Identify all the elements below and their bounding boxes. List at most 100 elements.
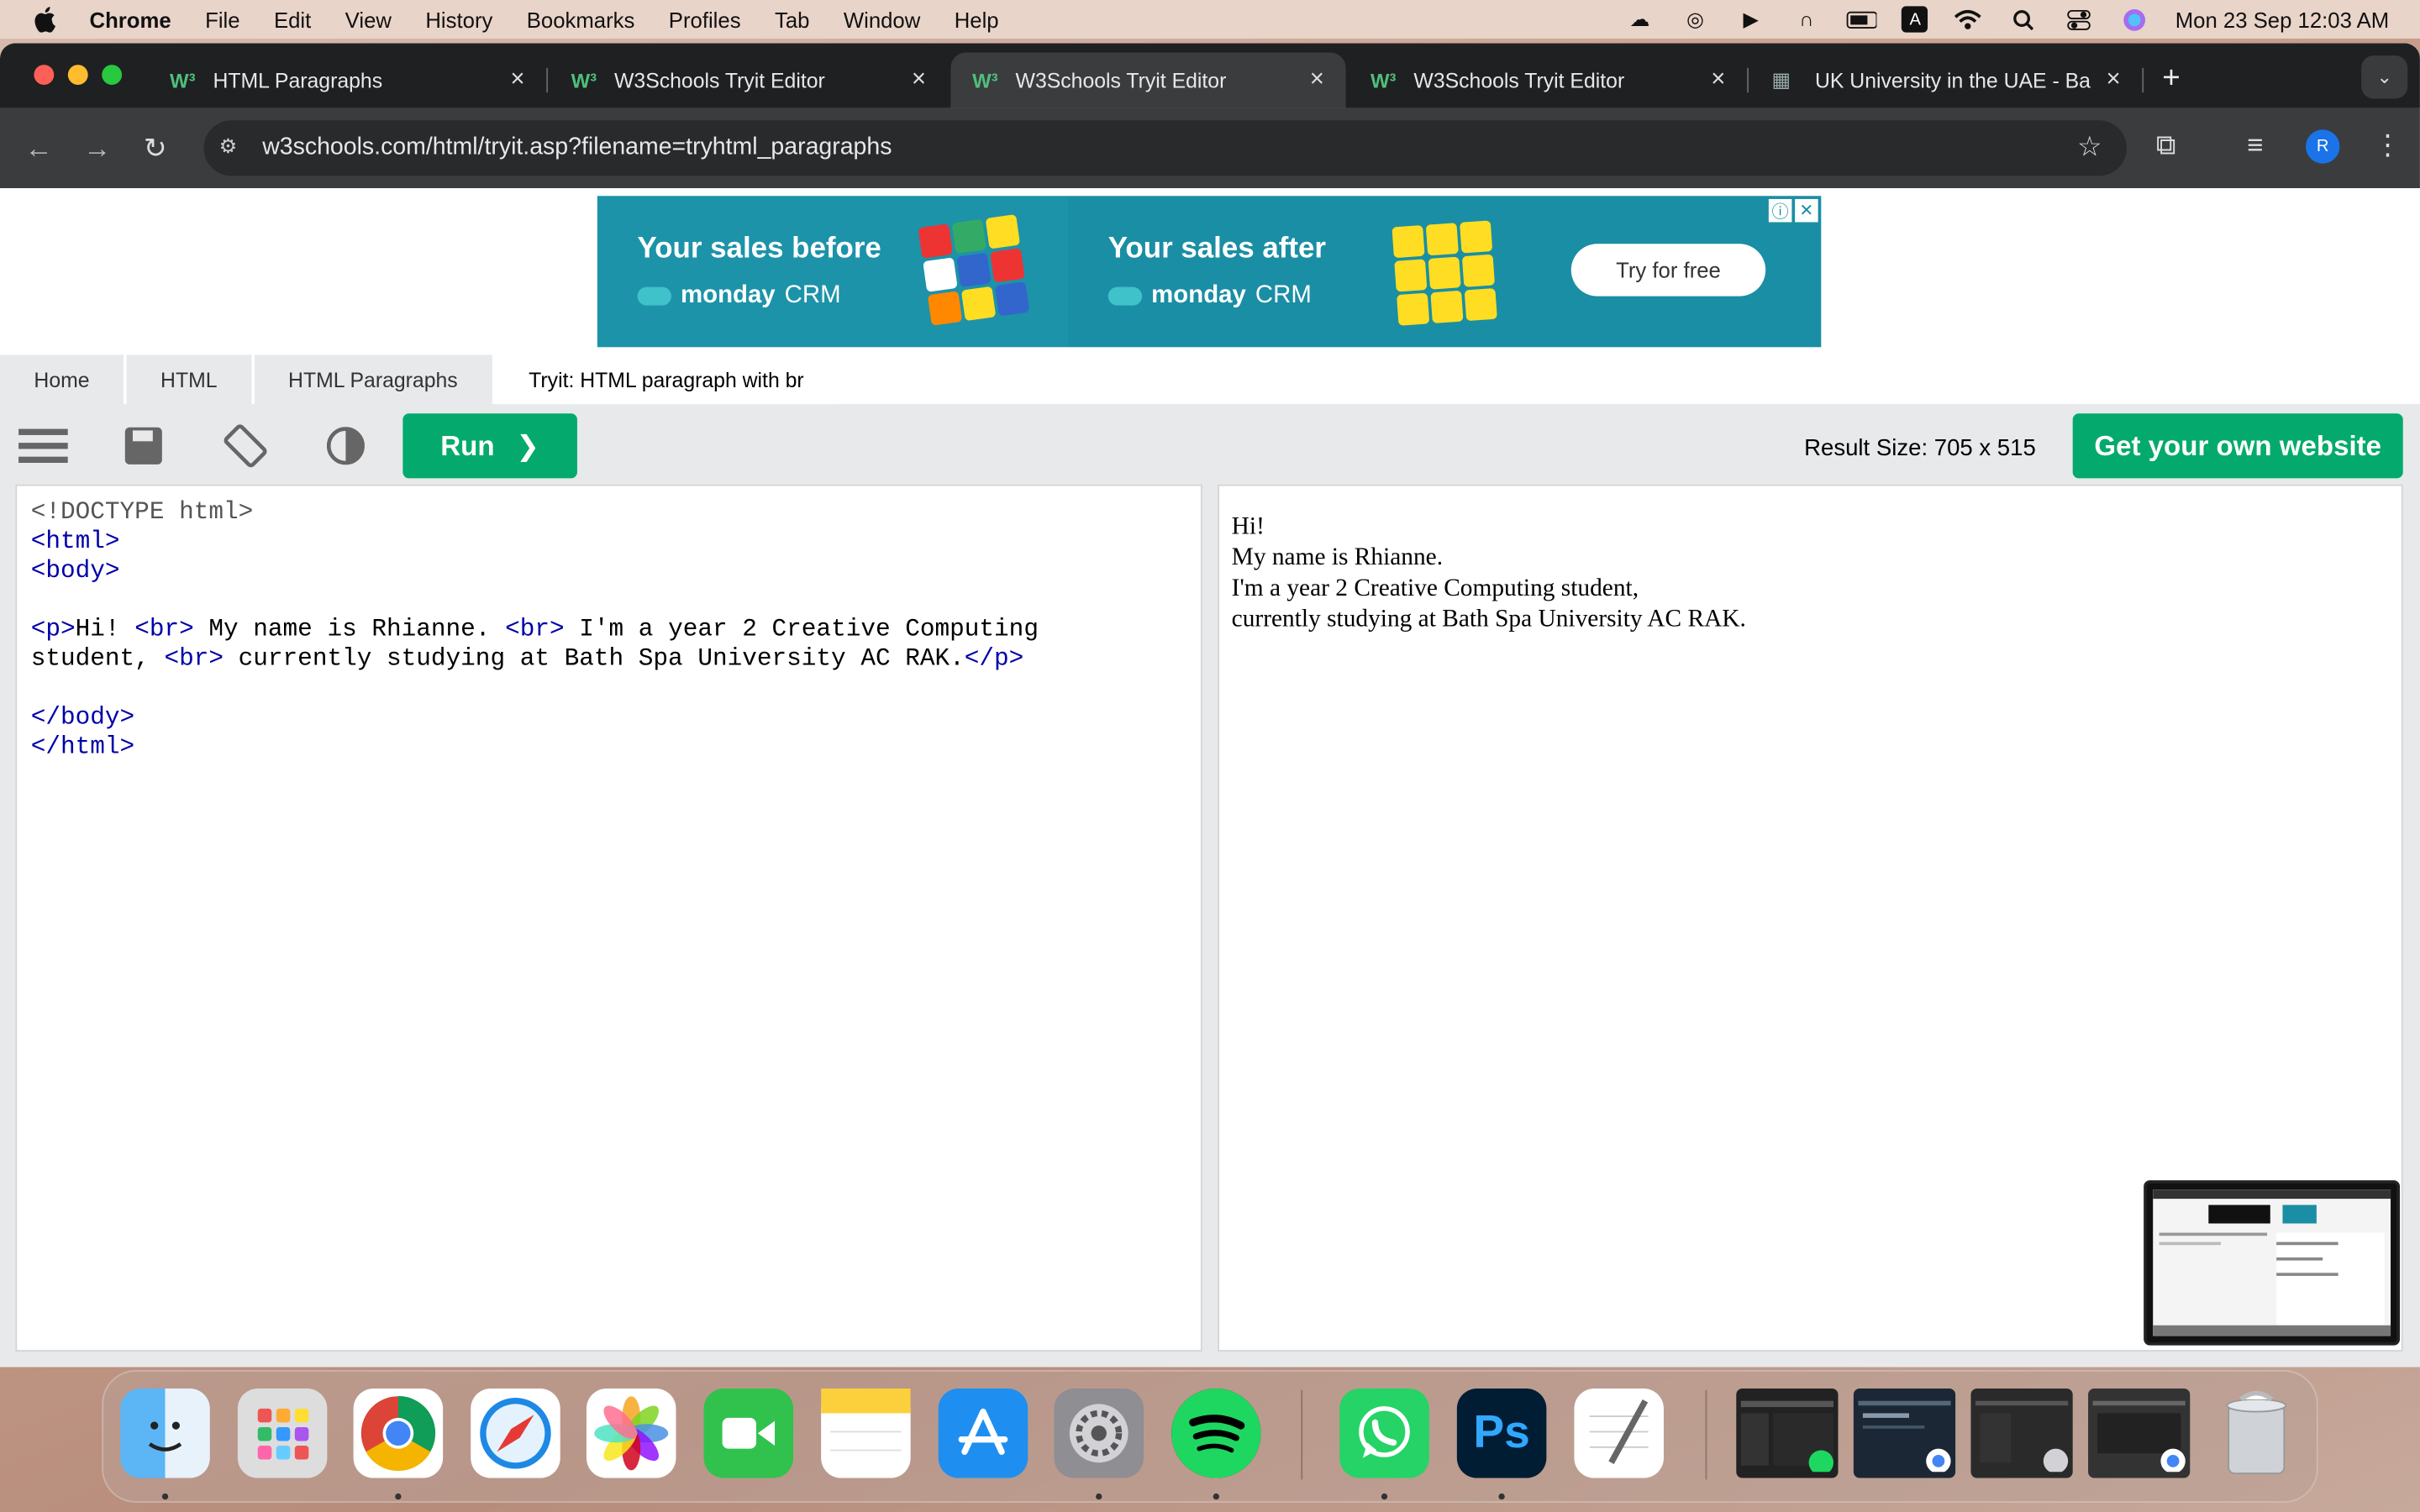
apple-menu-icon[interactable] <box>28 6 61 33</box>
advertisement[interactable]: Your sales before monday CRM Your sales a… <box>597 196 1822 348</box>
menu-tab[interactable]: Tab <box>775 7 809 31</box>
rotate-orientation-icon[interactable] <box>219 423 271 469</box>
tab-tryit-editor-active[interactable]: W³ W3Schools Tryit Editor × <box>950 52 1346 108</box>
save-floppy-icon[interactable] <box>118 423 170 469</box>
rubiks-cube-solved-image <box>1392 220 1497 326</box>
close-tab-icon[interactable]: × <box>912 66 926 94</box>
wifi-icon[interactable] <box>1953 7 1984 31</box>
ad-brand-rest: CRM <box>1255 282 1312 309</box>
minimize-window-button[interactable] <box>67 65 88 86</box>
dark-mode-toggle-icon[interactable] <box>319 423 371 469</box>
ad-close-icon[interactable]: ✕ <box>1795 198 1818 223</box>
menu-app-name[interactable]: Chrome <box>90 7 171 31</box>
back-arrow-icon[interactable]: ← <box>24 133 52 165</box>
close-tab-icon[interactable]: × <box>2106 66 2120 94</box>
tab-search-chevron-icon[interactable]: ⌄ <box>2361 55 2408 99</box>
ad-info-icon[interactable]: ⓘ <box>1768 198 1792 223</box>
breadcrumb-html[interactable]: HTML <box>126 354 251 405</box>
new-tab-icon[interactable]: + <box>2162 61 2180 97</box>
dock-separator <box>1705 1389 1707 1480</box>
tab-title: W3Schools Tryit Editor <box>614 68 825 92</box>
chevron-right-icon: ❯ <box>516 429 540 461</box>
ad-brand-after: monday CRM <box>1107 282 1312 310</box>
finder-icon[interactable] <box>120 1389 210 1478</box>
code-editor[interactable]: <!DOCTYPE html> <html> <body> <p>Hi! <br> … <box>15 484 1202 1352</box>
whatsapp-icon[interactable] <box>1339 1389 1429 1478</box>
bookmark-star-icon[interactable]: ☆ <box>2077 131 2102 164</box>
menu-view[interactable]: View <box>345 7 392 31</box>
notes-icon[interactable] <box>821 1389 911 1478</box>
close-tab-icon[interactable]: × <box>510 66 524 94</box>
address-bar[interactable]: ⚙ w3schools.com/html/tryit.asp?filename=… <box>203 120 2127 176</box>
photos-icon[interactable] <box>586 1389 676 1478</box>
photoshop-icon[interactable]: Ps <box>1456 1389 1547 1478</box>
menu-bookmarks[interactable]: Bookmarks <box>527 7 635 31</box>
trash-icon[interactable] <box>2212 1389 2302 1478</box>
code-br-tag: <br> <box>134 615 194 643</box>
tab-html-paragraphs[interactable]: W³ HTML Paragraphs × <box>148 52 549 108</box>
menu-help[interactable]: Help <box>955 7 999 31</box>
code-line-paragraph-2: student, <br> currently studying at Bath… <box>31 645 1187 675</box>
tab-tryit-editor-3[interactable]: W³ W3Schools Tryit Editor × <box>1349 52 1749 108</box>
battery-icon[interactable] <box>1847 7 1878 31</box>
siri-icon[interactable] <box>2120 7 2151 31</box>
run-button[interactable]: Run ❯ <box>402 413 577 479</box>
menu-file[interactable]: File <box>205 7 239 31</box>
close-tab-icon[interactable]: × <box>1711 66 1725 94</box>
forward-arrow-icon[interactable]: → <box>83 133 111 165</box>
spotify-icon[interactable] <box>1171 1389 1261 1478</box>
creative-cloud-icon[interactable]: ☁ <box>1624 7 1655 31</box>
tab-title: HTML Paragraphs <box>213 68 383 92</box>
get-own-website-button[interactable]: Get your own website <box>2072 413 2403 479</box>
facetime-icon[interactable] <box>703 1389 794 1478</box>
menu-history[interactable]: History <box>425 7 492 31</box>
ad-brand-before: monday CRM <box>637 282 841 310</box>
zoom-window-button[interactable] <box>102 65 123 86</box>
menu-profiles[interactable]: Profiles <box>669 7 741 31</box>
extensions-puzzle-icon[interactable]: ⧉ <box>2156 129 2176 162</box>
input-source-icon[interactable]: A <box>1902 6 1928 33</box>
site-info-icon[interactable]: ⚙ <box>219 134 247 162</box>
tab-uk-university[interactable]: ▦ UK University in the UAE - Ba × <box>1750 52 2144 108</box>
screenshot-thumbnail-preview[interactable] <box>2144 1180 2401 1346</box>
minimized-window-spotify[interactable] <box>1736 1389 1839 1478</box>
media-control-icon[interactable]: ≡ <box>2247 129 2263 162</box>
menu-edit[interactable]: Edit <box>274 7 311 31</box>
menu-hamburger-icon[interactable] <box>17 423 69 469</box>
chrome-icon[interactable] <box>353 1389 444 1478</box>
ad-cta-button[interactable]: Try for free <box>1570 244 1766 297</box>
ad-choices: ⓘ ✕ <box>1768 198 1818 223</box>
breadcrumb-html-paragraphs[interactable]: HTML Paragraphs <box>254 354 492 405</box>
code-line-doctype: <!DOCTYPE html> <box>31 498 1187 528</box>
minimized-window-settings[interactable] <box>1970 1389 2073 1478</box>
close-tab-icon[interactable]: × <box>1310 66 1324 94</box>
menu-window[interactable]: Window <box>844 7 920 31</box>
chrome-menu-icon[interactable]: ⋮ <box>2374 129 2402 162</box>
window-controls <box>34 65 123 86</box>
airdrop-icon[interactable]: ◎ <box>1680 7 1711 31</box>
control-center-icon[interactable] <box>2065 7 2096 31</box>
spotlight-search-icon[interactable] <box>2008 7 2039 31</box>
system-settings-icon[interactable] <box>1054 1389 1144 1478</box>
minimized-window-chrome-2[interactable] <box>2088 1389 2191 1478</box>
reload-icon[interactable]: ↻ <box>144 133 167 165</box>
tab-tryit-editor-1[interactable]: W³ W3Schools Tryit Editor × <box>550 52 948 108</box>
menubar-clock[interactable]: Mon 23 Sep 12:03 AM <box>2175 7 2389 31</box>
profile-avatar[interactable]: R <box>2306 129 2340 164</box>
tab-strip: W³ HTML Paragraphs × W³ W3Schools Tryit … <box>0 43 2420 108</box>
safari-icon[interactable] <box>471 1389 560 1478</box>
close-window-button[interactable] <box>34 65 55 86</box>
minimized-window-chrome-1[interactable] <box>1853 1389 1956 1478</box>
code-body-close-tag: </body> <box>30 703 135 732</box>
rubiks-cube-messy-image <box>918 214 1030 326</box>
play-icon[interactable]: ▶ <box>1735 7 1766 31</box>
breadcrumb-home[interactable]: Home <box>0 354 124 405</box>
textedit-icon[interactable] <box>1574 1389 1664 1478</box>
app-store-icon[interactable] <box>938 1389 1028 1478</box>
run-label: Run <box>440 429 495 461</box>
code-line-html-open: <html> <box>31 528 1187 557</box>
running-indicator <box>161 1493 169 1500</box>
headphones-icon[interactable]: ∩ <box>1791 7 1822 31</box>
ad-banner-row: Your sales before monday CRM Your sales a… <box>0 188 2420 355</box>
launchpad-icon[interactable] <box>237 1389 328 1478</box>
